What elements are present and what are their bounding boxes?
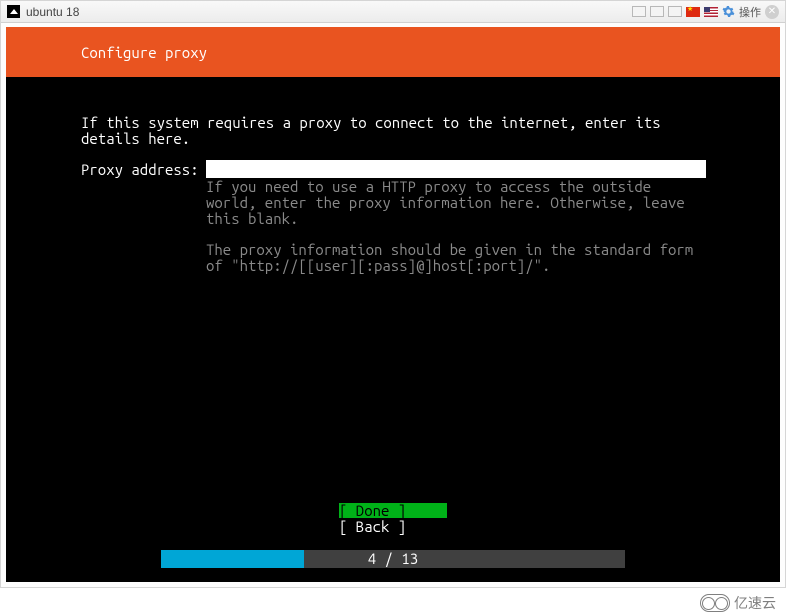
action-label[interactable]: 操作 bbox=[739, 4, 761, 20]
proxy-address-input[interactable] bbox=[206, 160, 706, 178]
window-title: ubuntu 18 bbox=[26, 5, 79, 19]
close-icon[interactable]: ✕ bbox=[765, 5, 779, 19]
progress-text: 4 / 13 bbox=[161, 550, 625, 568]
back-button-label: [ Back ] bbox=[339, 518, 406, 535]
watermark: 亿速云 bbox=[700, 593, 776, 613]
back-button[interactable]: [ Back ] bbox=[339, 519, 447, 535]
control-pin-icon[interactable] bbox=[632, 6, 646, 17]
watermark-logo-icon bbox=[700, 594, 730, 612]
titlebar: ubuntu 18 操作 ✕ bbox=[1, 1, 785, 23]
installer-viewport: Configure proxy If this system requires … bbox=[6, 27, 780, 582]
control-max-icon[interactable] bbox=[668, 6, 682, 17]
done-button-label: [ Done ] bbox=[339, 502, 406, 519]
vm-window-frame: ubuntu 18 操作 ✕ Configure proxy If this s… bbox=[0, 0, 786, 588]
installer-header: Configure proxy bbox=[6, 27, 780, 77]
proxy-address-label: Proxy address: bbox=[81, 162, 199, 178]
app-icon bbox=[7, 5, 20, 18]
page-title: Configure proxy bbox=[81, 44, 207, 61]
done-button[interactable]: [ Done ] bbox=[339, 503, 447, 519]
flag-cn-icon[interactable] bbox=[686, 7, 700, 17]
control-min-icon[interactable] bbox=[650, 6, 664, 17]
gear-icon[interactable] bbox=[722, 5, 735, 18]
proxy-help-text: If you need to use a HTTP proxy to acces… bbox=[206, 179, 706, 274]
instruction-text: If this system requires a proxy to conne… bbox=[81, 115, 701, 147]
watermark-text: 亿速云 bbox=[734, 593, 776, 613]
progress-bar: 4 / 13 bbox=[161, 550, 625, 568]
titlebar-controls: 操作 ✕ bbox=[632, 4, 779, 20]
installer-body: If this system requires a proxy to conne… bbox=[6, 77, 780, 582]
flag-us-icon[interactable] bbox=[704, 7, 718, 17]
button-area: [ Done ] [ Back ] bbox=[6, 503, 780, 536]
